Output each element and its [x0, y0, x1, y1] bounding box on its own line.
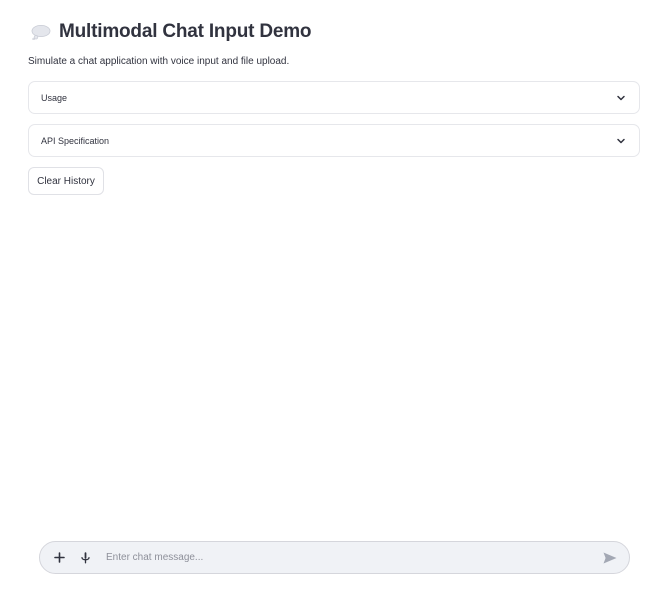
chat-input-bar [39, 541, 630, 574]
usage-expander[interactable]: Usage [28, 81, 640, 114]
header: Multimodal Chat Input Demo [31, 20, 312, 44]
api-specification-expander-label: API Specification [41, 135, 110, 146]
plus-icon[interactable] [52, 551, 66, 565]
microphone-icon[interactable] [78, 551, 92, 565]
clear-history-button[interactable]: Clear History [28, 167, 104, 195]
app-root: Multimodal Chat Input Demo Simulate a ch… [0, 0, 660, 605]
send-icon[interactable] [601, 549, 619, 567]
page-title: Multimodal Chat Input Demo [59, 21, 312, 42]
chat-message-input[interactable] [106, 547, 601, 568]
thought-balloon-icon [31, 23, 51, 41]
api-specification-expander[interactable]: API Specification [28, 124, 640, 157]
chevron-down-icon [615, 135, 627, 147]
page-subtitle: Simulate a chat application with voice i… [28, 56, 290, 67]
chevron-down-icon [615, 92, 627, 104]
usage-expander-label: Usage [41, 92, 68, 103]
